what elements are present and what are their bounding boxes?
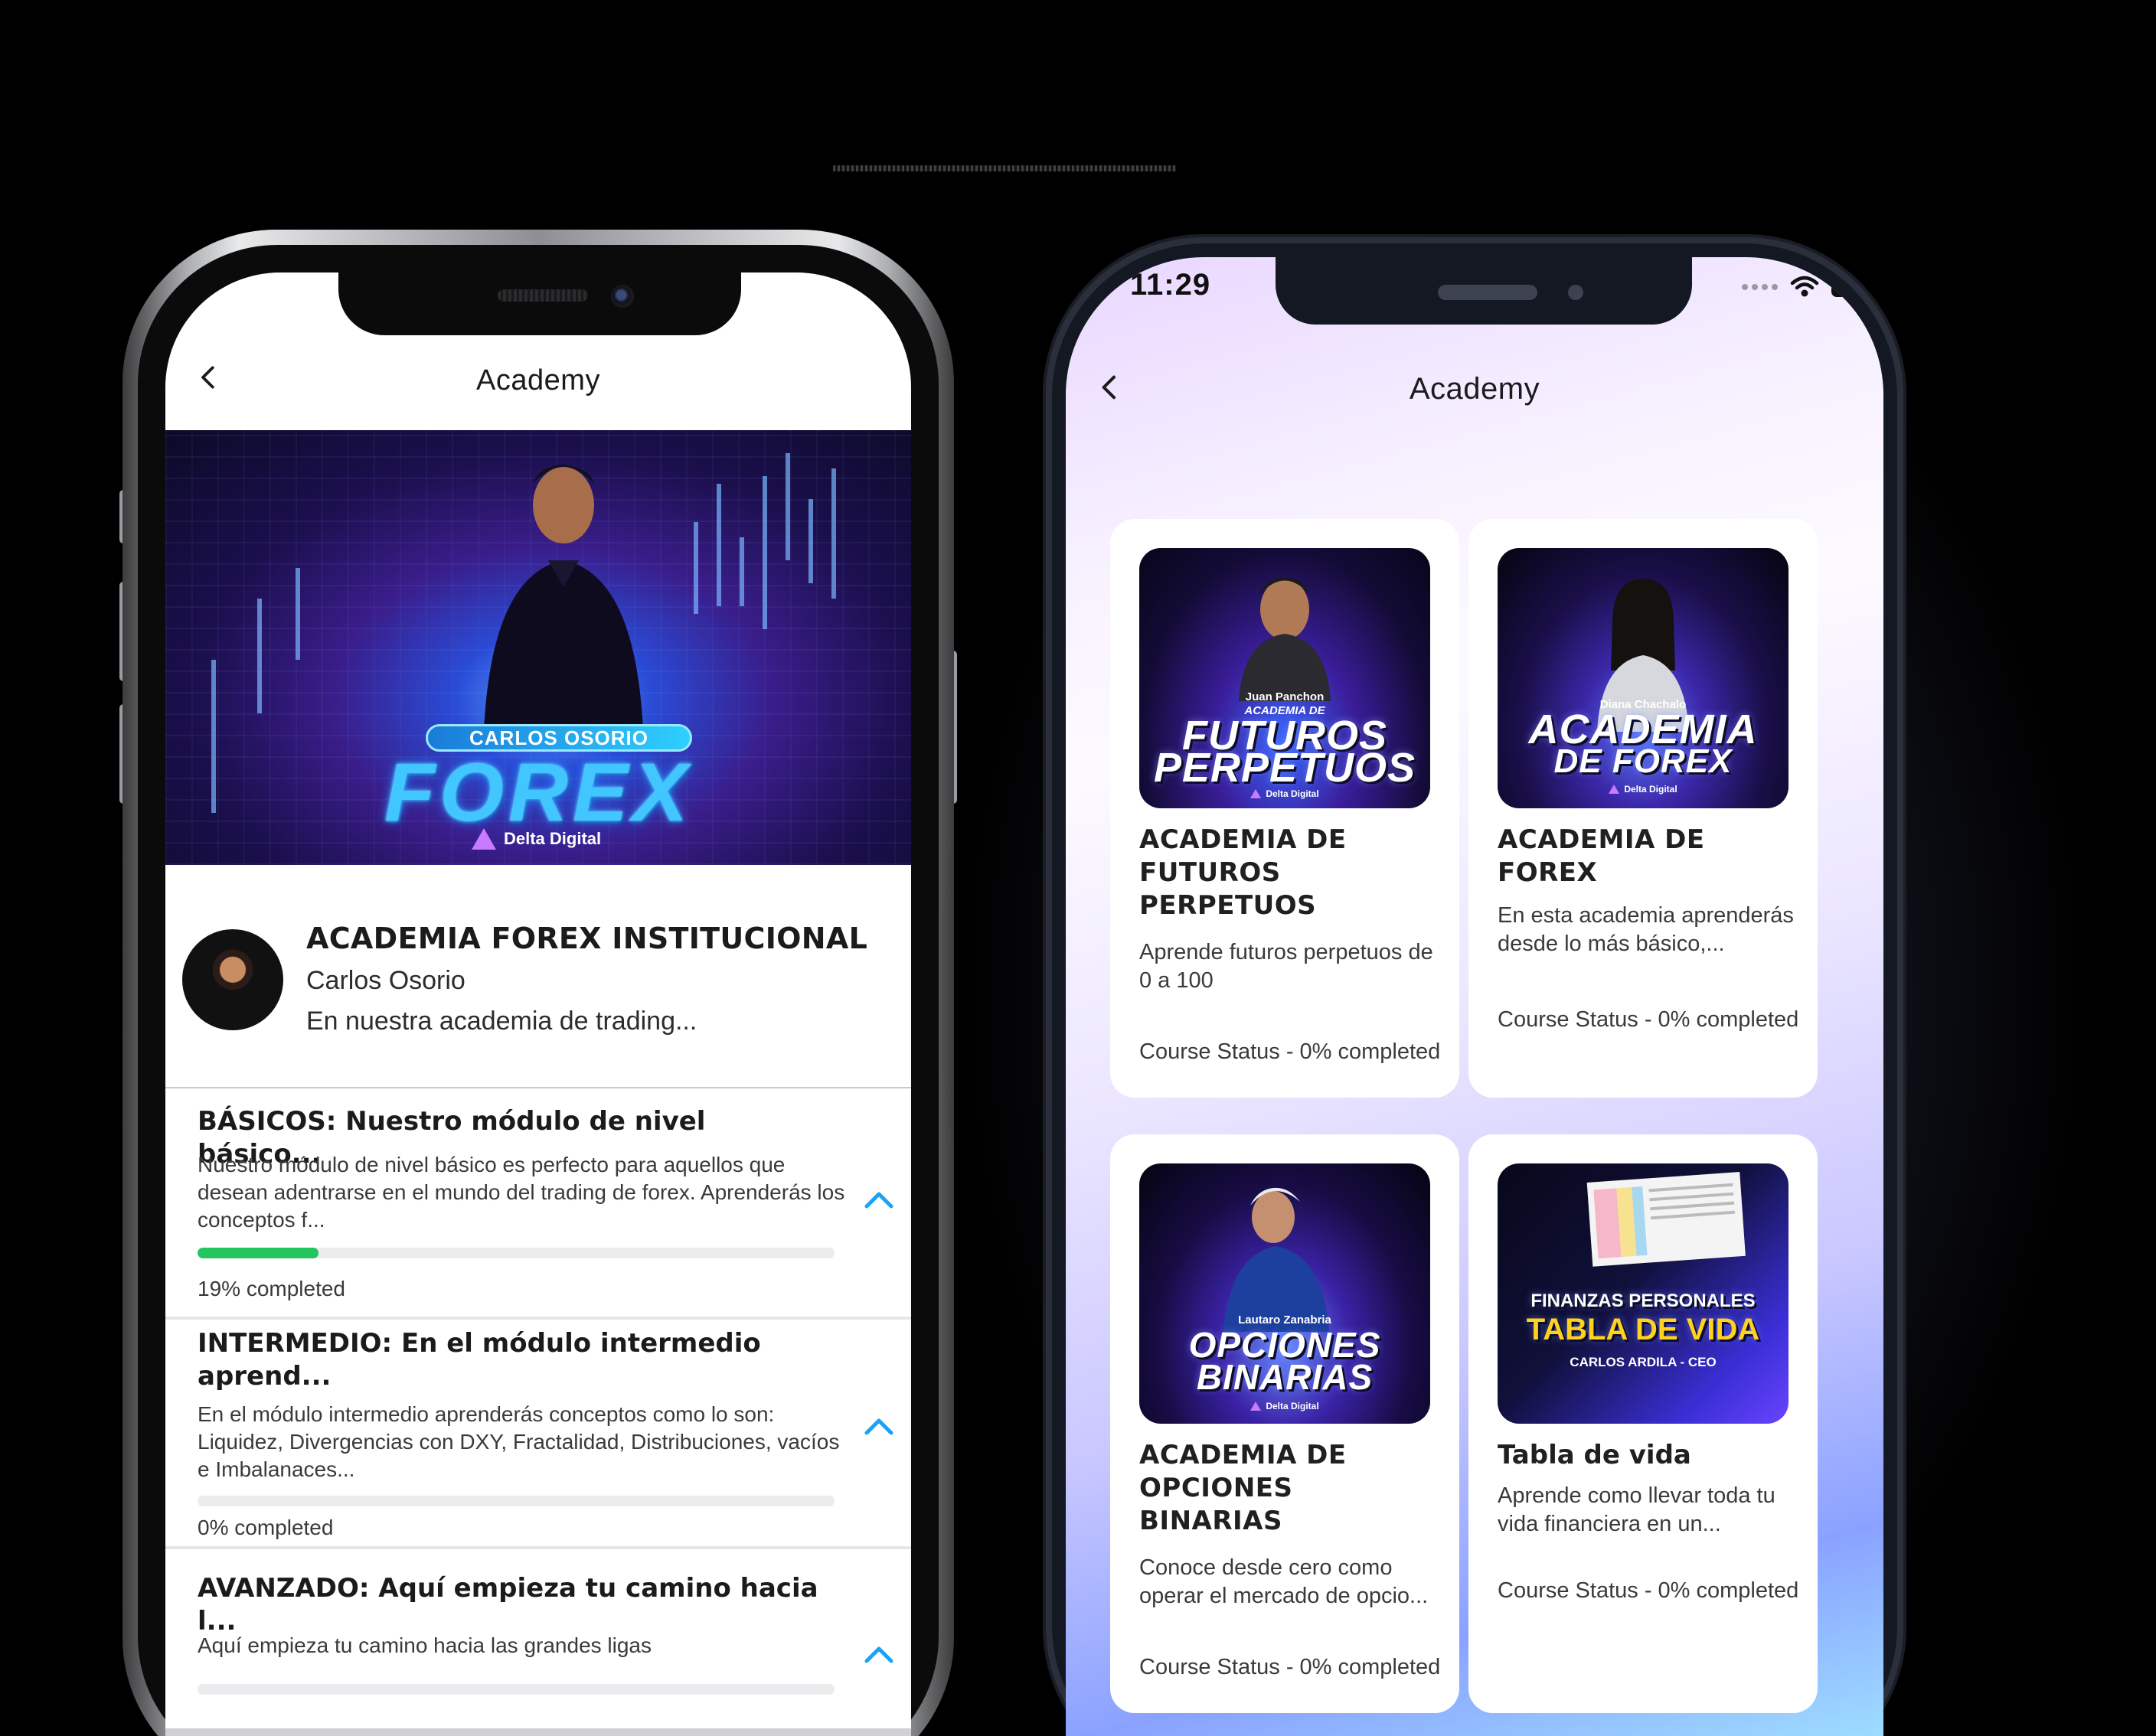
banner-headline: FOREX (384, 746, 693, 838)
card-description: Aprende futuros perpetuos de 0 a 100 (1139, 940, 1433, 993)
course-author: Carlos Osorio (306, 966, 466, 995)
front-camera (1568, 285, 1583, 300)
module-item[interactable]: BÁSICOS: Nuestro módulo de nivel básico.… (165, 1090, 911, 1320)
progress-fill (198, 1248, 319, 1258)
course-status: Course Status - 0% completed (1139, 1039, 1441, 1064)
module-title: INTERMEDIO: En el módulo intermedio apre… (198, 1328, 761, 1392)
brand-name: Delta Digital (1624, 784, 1677, 795)
chart-candle (296, 568, 300, 660)
notch (338, 272, 741, 335)
chart-candle (808, 499, 813, 583)
module-item[interactable]: AVANZADO: Aquí empieza tu camino hacia l… (165, 1549, 911, 1736)
status-icons (1742, 276, 1867, 299)
delta-logo-icon (1250, 789, 1262, 798)
delta-logo-icon (472, 828, 496, 850)
status-time: 11:29 (1130, 268, 1211, 302)
course-status: Course Status - 0% completed (1498, 1007, 1799, 1032)
course-card[interactable]: FINANZAS PERSONALES TABLA DE VIDA CARLOS… (1468, 1134, 1818, 1713)
right-screen: 11:29 Academy Juan Panchon ACADEMIA DE F… (1066, 257, 1883, 1736)
chart-candle (786, 453, 790, 560)
front-camera (611, 285, 634, 308)
thumb-author: Juan Panchon (1245, 690, 1325, 703)
course-status: Course Status - 0% completed (1139, 1655, 1441, 1679)
page-title: Academy (476, 364, 600, 396)
progress-bar (198, 1496, 835, 1506)
left-screen: Academy CARLOS OSORIO FOREX Delta Digita… (165, 272, 911, 1736)
card-title: ACADEMIA DE OPCIONES BINARIAS (1139, 1440, 1347, 1536)
phone-right: 11:29 Academy Juan Panchon ACADEMIA DE F… (1043, 234, 1906, 1736)
brand-logo: Delta Digital (472, 828, 601, 850)
delta-logo-icon (1609, 785, 1620, 794)
course-card[interactable]: Lautaro Zanabria OPCIONES BINARIAS Delta… (1110, 1134, 1459, 1713)
decorative-strip (833, 165, 1176, 171)
chart-candle (694, 522, 698, 614)
brand-name: Delta Digital (1266, 1401, 1319, 1411)
wifi-icon (1790, 276, 1819, 297)
page-title: Academy (1409, 372, 1540, 406)
chevron-up-icon[interactable] (862, 1643, 896, 1666)
phone-left: Academy CARLOS OSORIO FOREX Delta Digita… (122, 230, 954, 1736)
module-item[interactable]: INTERMEDIO: En el módulo intermedio apre… (165, 1320, 911, 1549)
course-summary: ACADEMIA FOREX INSTITUCIONAL Carlos Osor… (165, 865, 911, 1088)
module-description: Aquí empieza tu camino hacia las grandes… (198, 1633, 652, 1657)
chart-candle (740, 537, 744, 606)
module-title: AVANZADO: Aquí empieza tu camino hacia l… (198, 1573, 818, 1636)
thumb-brand: Delta Digital (1498, 784, 1788, 795)
avatar (182, 929, 283, 1030)
brand-name: Delta Digital (1266, 788, 1319, 799)
progress-label: 19% completed (198, 1277, 346, 1300)
thumb-headline-2: BINARIAS (1196, 1357, 1374, 1397)
header: Academy (165, 341, 911, 410)
thumb-headline-2: PERPETUOS (1153, 745, 1416, 791)
module-description: Nuestro módulo de nivel básico es perfec… (198, 1153, 845, 1232)
course-card[interactable]: Diana Chachalo ACADEMIA DE FOREX Delta D… (1468, 519, 1818, 1098)
brand-name: Delta Digital (504, 829, 602, 848)
speaker-grille (1438, 285, 1537, 300)
thumb-headline-1: TABLA DE VIDA (1526, 1313, 1760, 1346)
course-banner: CARLOS OSORIO FOREX Delta Digital (165, 430, 911, 865)
card-title: ACADEMIA DE FUTUROS PERPETUOS (1139, 824, 1347, 921)
chart-candle (717, 484, 721, 606)
progress-label: 0% completed (198, 1516, 334, 1539)
thumb-subtitle: FINANZAS PERSONALES (1530, 1291, 1756, 1311)
speaker-grille (498, 289, 588, 302)
thumb-headline-2: DE FOREX (1553, 742, 1733, 780)
signal-icon (1742, 284, 1778, 290)
course-thumbnail: Lautaro Zanabria OPCIONES BINARIAS Delta… (1139, 1163, 1430, 1424)
card-title: Tabla de vida (1498, 1440, 1691, 1470)
thumb-brand: Delta Digital (1139, 788, 1430, 799)
course-thumbnail: FINANZAS PERSONALES TABLA DE VIDA CARLOS… (1498, 1163, 1788, 1424)
card-title: ACADEMIA DE FOREX (1498, 824, 1705, 888)
thumb-brand: Delta Digital (1139, 1401, 1430, 1411)
card-description: Conoce desde cero como operar el mercado… (1139, 1555, 1429, 1608)
battery-icon (1831, 277, 1867, 297)
instructor-photo (483, 465, 644, 752)
chevron-up-icon[interactable] (862, 1415, 896, 1437)
notch (1276, 257, 1692, 325)
module-description: En el módulo intermedio aprenderás conce… (198, 1402, 840, 1481)
delta-logo-icon (1250, 1402, 1262, 1411)
course-thumbnail: Juan Panchon ACADEMIA DE FUTUROS PERPETU… (1139, 548, 1430, 808)
progress-bar (198, 1248, 835, 1258)
chart-candle (257, 599, 262, 713)
course-title: ACADEMIA FOREX INSTITUCIONAL (306, 922, 868, 955)
chevron-up-icon[interactable] (862, 1188, 896, 1211)
card-description: Aprende como llevar toda tu vida financi… (1498, 1483, 1775, 1536)
chart-candle (831, 468, 836, 599)
thumb-author: CARLOS ARDILA - CEO (1570, 1355, 1717, 1369)
course-thumbnail: Diana Chachalo ACADEMIA DE FOREX Delta D… (1498, 548, 1788, 808)
course-status: Course Status - 0% completed (1498, 1578, 1799, 1603)
course-card[interactable]: Juan Panchon ACADEMIA DE FUTUROS PERPETU… (1110, 519, 1459, 1098)
course-description: En nuestra academia de trading... (306, 1007, 697, 1036)
chart-candle (763, 476, 767, 629)
bottom-edge (165, 1728, 911, 1736)
card-description: En esta academia aprenderás desde lo más… (1498, 903, 1794, 956)
progress-bar (198, 1684, 835, 1695)
